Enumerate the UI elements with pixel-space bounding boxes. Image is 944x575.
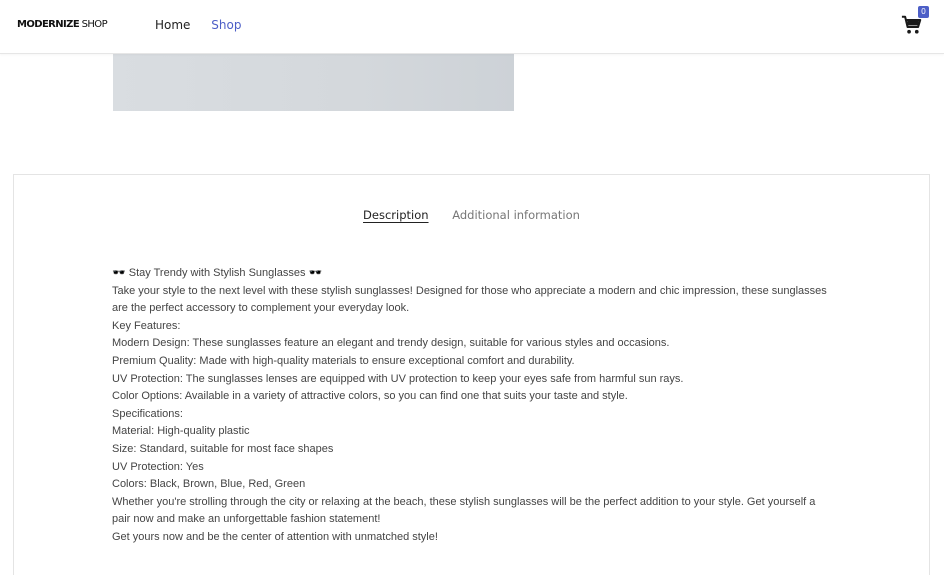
description-line: Premium Quality: Made with high-quality … <box>112 354 575 367</box>
main-nav: Home Shop <box>155 18 258 32</box>
tab-additional-information[interactable]: Additional information <box>452 208 580 222</box>
description-line: 🕶️ Stay Trendy with Stylish Sunglasses 🕶… <box>112 267 323 279</box>
description-line: Color Options: Available in a variety of… <box>112 390 628 403</box>
description-line: Get yours now and be the center of atten… <box>112 530 438 543</box>
site-logo[interactable]: MODERNIZE SHOP <box>17 19 108 30</box>
product-tabs-panel: Description Additional information 🕶️ St… <box>13 174 930 575</box>
nav-home[interactable]: Home <box>155 18 190 32</box>
description-line: Colors: Black, Brown, Blue, Red, Green <box>112 478 306 491</box>
description-line: Material: High-quality plastic <box>112 425 250 438</box>
description-line: Size: Standard, suitable for most face s… <box>112 442 334 455</box>
logo-bold-text: MODERNIZE <box>17 19 80 30</box>
tabs-bar: Description Additional information <box>14 208 929 222</box>
tab-description[interactable]: Description <box>363 208 429 222</box>
product-image[interactable] <box>113 54 514 111</box>
cart-button[interactable]: 0 <box>901 6 929 38</box>
product-description: 🕶️ Stay Trendy with Stylish Sunglasses 🕶… <box>112 265 832 547</box>
logo-light-text: SHOP <box>79 19 108 30</box>
description-line: UV Protection: Yes <box>112 460 204 473</box>
description-line: Take your style to the next level with t… <box>112 284 827 315</box>
cart-count-badge: 0 <box>918 6 929 18</box>
description-line: Whether you're strolling through the cit… <box>112 495 816 526</box>
description-line: UV Protection: The sunglasses lenses are… <box>112 372 684 385</box>
site-header: MODERNIZE SHOP Home Shop 0 <box>0 0 944 54</box>
description-line: Specifications: <box>112 407 183 420</box>
description-line: Key Features: <box>112 319 181 332</box>
nav-shop[interactable]: Shop <box>211 18 241 32</box>
description-line: Modern Design: These sunglasses feature … <box>112 337 670 350</box>
